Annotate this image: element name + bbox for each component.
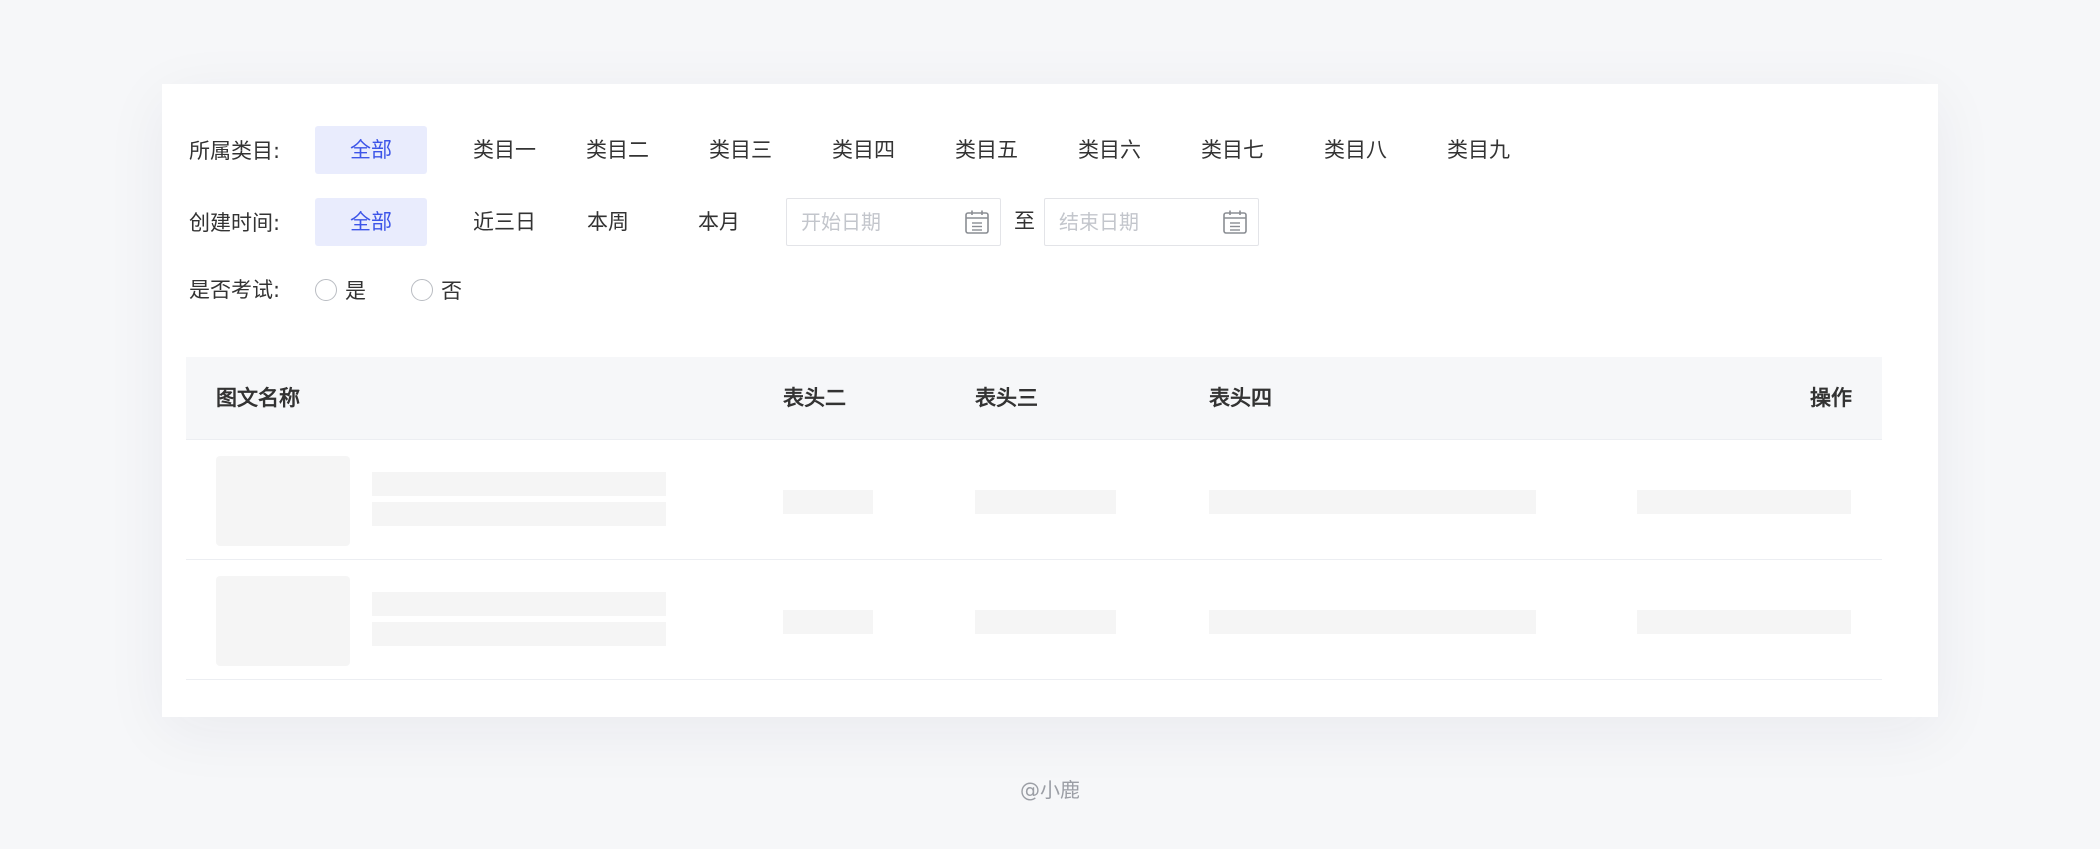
category-filter-row: 所属类目: 全部 类目一 类目二 类目三 类目四 类目五 类目六 类目七 类目八… — [162, 126, 1938, 174]
table-header: 图文名称 表头二 表头三 表头四 操作 — [186, 357, 1882, 440]
is-exam-filter-row: 是否考试: 是 否 — [162, 270, 1938, 310]
column-header-name: 图文名称 — [216, 386, 300, 410]
category-chip-8[interactable]: 类目八 — [1318, 126, 1393, 174]
date-range-separator: 至 — [1014, 209, 1035, 233]
skeleton-cell — [1209, 490, 1536, 514]
category-chip-5[interactable]: 类目五 — [949, 126, 1024, 174]
category-chip-all[interactable]: 全部 — [315, 126, 427, 174]
time-chip-last-three-days[interactable]: 近三日 — [467, 198, 542, 246]
calendar-icon[interactable] — [964, 209, 990, 235]
table-row — [186, 560, 1882, 680]
category-chip-4[interactable]: 类目四 — [826, 126, 901, 174]
radio-no[interactable]: 否 — [411, 275, 462, 305]
data-table: 图文名称 表头二 表头三 表头四 操作 — [186, 357, 1882, 680]
skeleton-subtitle-line — [372, 622, 666, 646]
radio-yes-label: 是 — [345, 279, 366, 303]
skeleton-cell — [1637, 610, 1851, 634]
column-header-actions: 操作 — [1810, 386, 1852, 410]
filter-table-card: 所属类目: 全部 类目一 类目二 类目三 类目四 类目五 类目六 类目七 类目八… — [162, 84, 1938, 717]
column-header-3: 表头三 — [975, 386, 1038, 410]
radio-yes[interactable]: 是 — [315, 275, 366, 305]
skeleton-cell — [975, 610, 1116, 634]
column-header-2: 表头二 — [783, 386, 846, 410]
end-date-picker[interactable] — [1044, 198, 1259, 246]
skeleton-thumbnail — [216, 576, 350, 666]
category-chip-6[interactable]: 类目六 — [1072, 126, 1147, 174]
radio-no-label: 否 — [441, 279, 462, 303]
skeleton-cell — [783, 610, 873, 634]
skeleton-cell — [783, 490, 873, 514]
radio-circle-icon[interactable] — [315, 279, 337, 301]
skeleton-title-line — [372, 472, 666, 496]
author-watermark: @小鹿 — [1020, 778, 1080, 802]
time-chip-this-month[interactable]: 本月 — [689, 198, 749, 246]
skeleton-thumbnail — [216, 456, 350, 546]
created-time-filter-label: 创建时间: — [189, 211, 281, 235]
column-header-4: 表头四 — [1209, 386, 1272, 410]
created-time-filter-row: 创建时间: 全部 近三日 本周 本月 至 — [162, 198, 1938, 246]
category-chip-1[interactable]: 类目一 — [467, 126, 542, 174]
skeleton-title-line — [372, 592, 666, 616]
end-date-input[interactable] — [1059, 199, 1209, 245]
category-chip-3[interactable]: 类目三 — [703, 126, 778, 174]
category-chip-7[interactable]: 类目七 — [1195, 126, 1270, 174]
is-exam-filter-label: 是否考试: — [189, 278, 281, 302]
start-date-input[interactable] — [801, 199, 951, 245]
category-chip-9[interactable]: 类目九 — [1441, 126, 1516, 174]
skeleton-cell — [1209, 610, 1536, 634]
radio-circle-icon[interactable] — [411, 279, 433, 301]
start-date-picker[interactable] — [786, 198, 1001, 246]
skeleton-subtitle-line — [372, 502, 666, 526]
skeleton-cell — [1637, 490, 1851, 514]
time-chip-all[interactable]: 全部 — [315, 198, 427, 246]
category-filter-label: 所属类目: — [189, 139, 281, 163]
calendar-icon[interactable] — [1222, 209, 1248, 235]
time-chip-this-week[interactable]: 本周 — [578, 198, 638, 246]
table-row — [186, 440, 1882, 560]
category-chip-2[interactable]: 类目二 — [580, 126, 655, 174]
skeleton-cell — [975, 490, 1116, 514]
